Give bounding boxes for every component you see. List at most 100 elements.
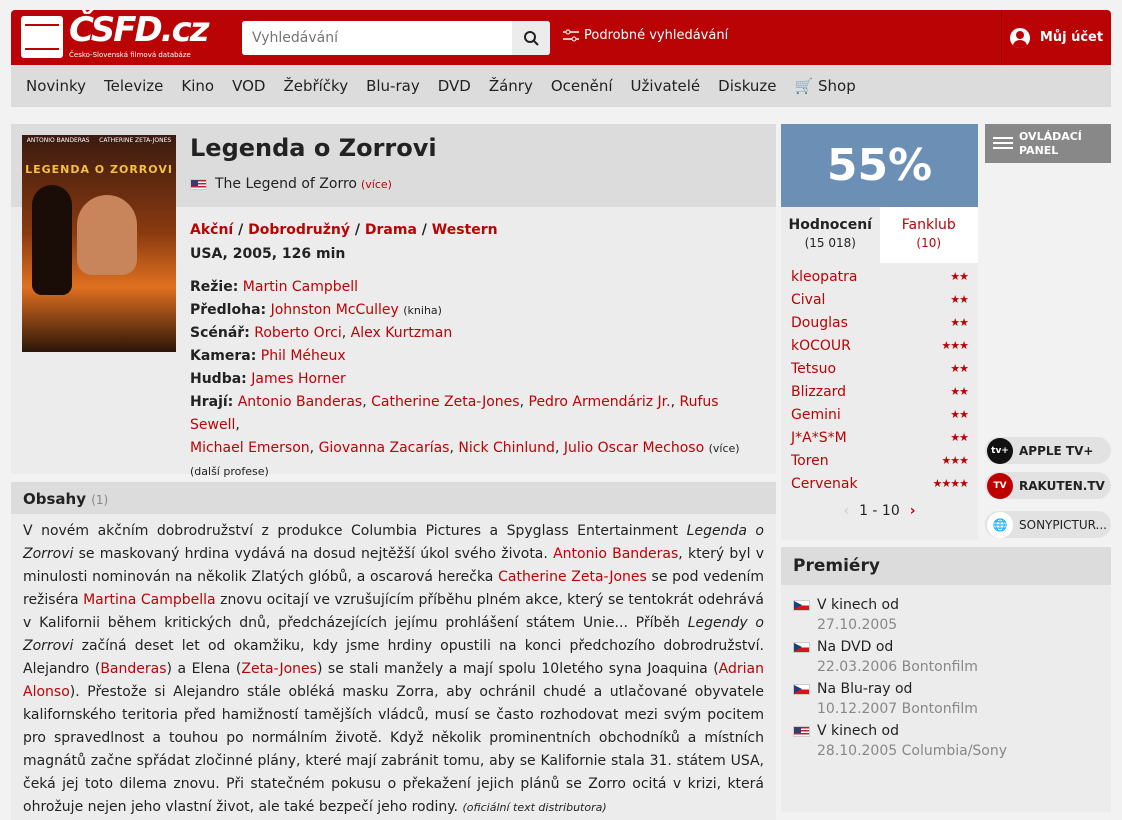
nav-oceneni[interactable]: Ocenění <box>551 77 613 95</box>
more-roles-link[interactable]: (další profese) <box>190 465 269 478</box>
control-panel-label: OVLÁDACÍ PANEL <box>1019 129 1082 157</box>
rating-tabs: Hodnocení (15 018) Fanklub (10) <box>781 207 978 263</box>
more-cast-link[interactable]: (více) <box>709 442 740 455</box>
nav-bluray[interactable]: Blu-ray <box>366 77 420 95</box>
director-link[interactable]: Martina Campbella <box>83 592 216 608</box>
poster-figure-zorro <box>32 185 72 295</box>
music-link[interactable]: James Horner <box>251 371 346 387</box>
original-title: The Legend of Zorro <box>215 176 357 192</box>
user-rating-row: J*A*S*M ★★ <box>791 426 969 449</box>
camera-link[interactable]: Phil Méheux <box>261 348 346 364</box>
premieres-heading: Premiéry <box>781 547 1111 585</box>
actor-link[interactable]: Pedro Armendáriz Jr. <box>529 394 671 410</box>
vod-apple-tv[interactable]: tv+ APPLE TV+ <box>985 437 1111 464</box>
user-link[interactable]: Gemini <box>791 407 841 423</box>
premiere-date: 28.10.2005 Columbia/Sony <box>817 743 1008 759</box>
account-button[interactable]: Můj účet <box>1001 10 1111 65</box>
premiere-item: V kinech od 27.10.2005 <box>781 591 1111 633</box>
nav-vod[interactable]: VOD <box>232 77 265 95</box>
actor-link[interactable]: Julio Oscar Mechoso <box>564 440 704 456</box>
genre-link[interactable]: Dobrodružný <box>248 222 350 238</box>
user-link[interactable]: kleopatra <box>791 269 857 285</box>
actor-link[interactable]: Catherine Zeta-Jones <box>371 394 520 410</box>
user-link[interactable]: kOCOUR <box>791 338 851 354</box>
user-link[interactable]: Douglas <box>791 315 848 331</box>
nav-zebricky[interactable]: Žebříčky <box>283 77 348 95</box>
actor-link[interactable]: Nick Chinlund <box>458 440 555 456</box>
actor-link[interactable]: Giovanna Zacarías <box>319 440 450 456</box>
control-panel-button[interactable]: OVLÁDACÍ PANEL <box>985 124 1111 163</box>
actor-link[interactable]: Zeta-Jones <box>241 661 317 677</box>
nav-novinky[interactable]: Novinky <box>26 77 86 95</box>
actor-link[interactable]: Michael Emerson <box>190 440 310 456</box>
genre-link[interactable]: Western <box>432 222 498 238</box>
film-icon <box>21 16 63 58</box>
cz-flag-icon <box>793 599 810 611</box>
stars-rating: ★★★★ <box>932 477 969 490</box>
user-link[interactable]: Tetsuo <box>791 361 836 377</box>
user-link[interactable]: Blizzard <box>791 384 846 400</box>
user-rating-row: Douglas ★★ <box>791 311 969 334</box>
search-input[interactable] <box>242 21 512 55</box>
advanced-search-link[interactable]: Podrobné vyhledávání <box>563 28 728 43</box>
actor-link[interactable]: Catherine Zeta-Jones <box>498 569 647 585</box>
premiere-label: V kinech od <box>817 723 899 739</box>
stars-rating: ★★ <box>950 362 969 375</box>
genre-link[interactable]: Drama <box>365 222 417 238</box>
creators: Režie: Martin Campbell Předloha: Johnsto… <box>190 279 740 478</box>
nav-televize[interactable]: Televize <box>104 77 163 95</box>
nav-dvd[interactable]: DVD <box>438 77 471 95</box>
synopsis-heading: Obsahy <box>23 490 86 508</box>
nav-uzivatele[interactable]: Uživatelé <box>631 77 701 95</box>
premiere-item: Na Blu-ray od 10.12.2007 Bontonfilm <box>781 675 1111 717</box>
premiere-label: V kinech od <box>817 597 899 613</box>
premiere-date: 22.03.2006 Bontonfilm <box>817 659 978 675</box>
more-titles-link[interactable]: (více) <box>361 178 392 191</box>
rating-pager: ‹ 1 - 10 › <box>781 503 978 519</box>
camera-label: Kamera: <box>190 348 257 364</box>
actor-link[interactable]: Antonio Banderas <box>553 546 678 562</box>
user-icon <box>1009 27 1030 48</box>
director-link[interactable]: Martin Campbell <box>243 279 358 295</box>
nav-diskuze[interactable]: Diskuze <box>718 77 776 95</box>
writer-link[interactable]: Alex Kurtzman <box>351 325 453 341</box>
search-button[interactable] <box>512 21 550 55</box>
source-link[interactable]: Johnston McCulley <box>271 302 399 318</box>
nav-shop[interactable]: 🛒 Shop <box>795 77 856 95</box>
writer-link[interactable]: Roberto Orci <box>254 325 341 341</box>
premieres-panel: Premiéry V kinech od 27.10.2005 Na DVD od… <box>781 547 1111 812</box>
search-box <box>242 21 550 55</box>
user-link[interactable]: Cervenak <box>791 476 858 492</box>
genre-link[interactable]: Akční <box>190 222 233 238</box>
us-flag-icon <box>190 178 207 190</box>
synopsis-source: (oficiální text distributora) <box>462 801 607 814</box>
actor-link[interactable]: Banderas <box>100 661 166 677</box>
user-link[interactable]: Cival <box>791 292 825 308</box>
film-title: Legenda o Zorrovi <box>190 134 437 162</box>
pager-range: 1 - 10 <box>859 503 900 519</box>
rating-percent: 55% <box>781 124 978 207</box>
user-rating-row: Toren ★★★ <box>791 449 969 472</box>
nav-kino[interactable]: Kino <box>181 77 214 95</box>
vod-sonypictures[interactable]: 🌐 SONYPICTUR... <box>985 511 1111 538</box>
film-poster[interactable]: ANTONIO BANDERAS CATHERINE ZETA-JONES LEG… <box>22 135 176 352</box>
stars-rating: ★★ <box>950 293 969 306</box>
nav-zanry[interactable]: Žánry <box>489 77 533 95</box>
menu-icon <box>993 136 1013 151</box>
user-ratings-list: kleopatra ★★ Cival ★★ Douglas ★★ kOCOUR ★★★ … <box>781 263 978 497</box>
apple-tv-icon: tv+ <box>987 437 1013 464</box>
user-link[interactable]: J*A*S*M <box>791 430 847 446</box>
user-rating-row: kleopatra ★★ <box>791 265 969 288</box>
actor-link[interactable]: Antonio Banderas <box>238 394 362 410</box>
next-page-icon[interactable]: › <box>910 503 916 519</box>
csfd-logo[interactable]: ČSFD.cz Česko-Slovenská filmová databáze <box>21 10 211 62</box>
user-link[interactable]: Toren <box>791 453 829 469</box>
premiere-date: 10.12.2007 Bontonfilm <box>817 701 978 717</box>
prev-page-icon[interactable]: ‹ <box>843 503 849 519</box>
source-label: Předloha: <box>190 302 267 318</box>
vod-rakuten[interactable]: TV RAKUTEN.TV <box>985 472 1111 499</box>
user-rating-row: Gemini ★★ <box>791 403 969 426</box>
user-rating-row: Blizzard ★★ <box>791 380 969 403</box>
tab-fanclub[interactable]: Fanklub (10) <box>879 207 978 263</box>
tab-ratings[interactable]: Hodnocení (15 018) <box>781 207 880 263</box>
